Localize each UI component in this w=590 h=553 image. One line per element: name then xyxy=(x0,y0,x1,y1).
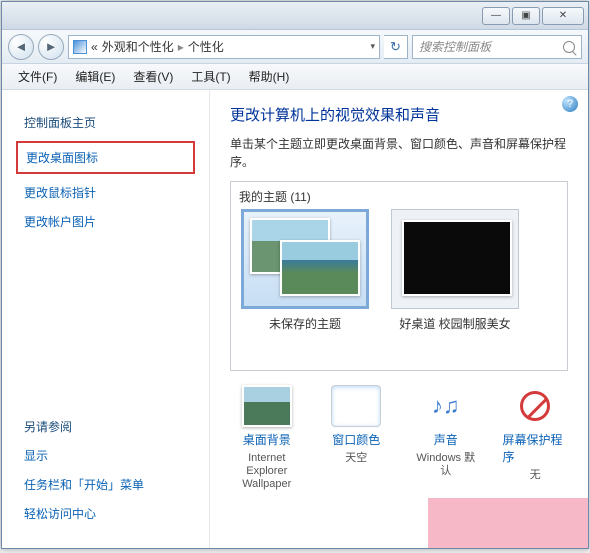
theme-name-label: 好桌道 校园制服美女 xyxy=(399,315,510,332)
window-titlebar: — ▣ ✕ xyxy=(2,2,588,30)
menu-edit[interactable]: 编辑(E) xyxy=(67,65,123,88)
menu-file[interactable]: 文件(F) xyxy=(10,65,65,88)
chevron-right-icon: ▸ xyxy=(178,40,184,54)
maximize-button[interactable]: ▣ xyxy=(512,7,540,25)
desktop-background-setting[interactable]: 桌面背景 Internet Explorer Wallpaper xyxy=(234,385,300,492)
search-icon xyxy=(563,41,575,53)
search-input[interactable]: 搜索控制面板 xyxy=(412,35,582,59)
theme-thumbnail xyxy=(241,209,369,309)
ease-of-access-link[interactable]: 轻松访问中心 xyxy=(2,499,209,528)
control-panel-home-link[interactable]: 控制面板主页 xyxy=(2,108,209,137)
change-mouse-pointers-link[interactable]: 更改鼠标指针 xyxy=(2,178,209,207)
window-color-setting[interactable]: 窗口颜色 天空 xyxy=(324,385,390,492)
address-bar[interactable]: « 外观和个性化 ▸ 个性化 ▾ xyxy=(68,35,380,59)
refresh-button[interactable]: ↻ xyxy=(384,35,408,59)
theme-thumbnail xyxy=(391,209,519,309)
themes-panel: 我的主题 (11) 未保存的主题 好桌道 校园制服美女 xyxy=(230,181,568,371)
sidebar: 控制面板主页 更改桌面图标 更改鼠标指针 更改帐户图片 另请参阅 显示 任务栏和… xyxy=(2,90,210,548)
setting-value: 无 xyxy=(530,469,541,482)
menu-tools[interactable]: 工具(T) xyxy=(183,65,238,88)
wallpaper-preview-icon xyxy=(280,240,360,296)
overlay-annotation xyxy=(428,498,588,548)
menu-bar: 文件(F) 编辑(E) 查看(V) 工具(T) 帮助(H) xyxy=(2,64,588,90)
breadcrumb-appearance[interactable]: 外观和个性化 xyxy=(102,38,174,55)
address-dropdown-icon[interactable]: ▾ xyxy=(370,41,375,52)
setting-value: Internet Explorer Wallpaper xyxy=(234,452,300,492)
setting-label: 声音 xyxy=(434,431,458,448)
see-also-header: 另请参阅 xyxy=(2,412,209,441)
my-themes-label: 我的主题 (11) xyxy=(239,188,559,205)
search-placeholder: 搜索控制面板 xyxy=(419,38,491,55)
screensaver-icon xyxy=(510,385,560,427)
theme-item-unsaved[interactable]: 未保存的主题 xyxy=(239,209,371,332)
menu-view[interactable]: 查看(V) xyxy=(125,65,181,88)
display-link[interactable]: 显示 xyxy=(2,441,209,470)
sound-icon: ♪♫ xyxy=(421,385,471,427)
wallpaper-preview-icon xyxy=(402,220,512,296)
sounds-setting[interactable]: ♪♫ 声音 Windows 默认 xyxy=(413,385,479,492)
setting-label: 窗口颜色 xyxy=(332,431,380,448)
content-pane: ? 更改计算机上的视觉效果和声音 单击某个主题立即更改桌面背景、窗口颜色、声音和… xyxy=(210,90,588,548)
setting-label: 桌面背景 xyxy=(243,431,291,448)
back-button[interactable]: ◄ xyxy=(8,34,34,60)
page-title: 更改计算机上的视觉效果和声音 xyxy=(230,104,568,125)
theme-item-2[interactable]: 好桌道 校园制服美女 xyxy=(389,209,521,332)
theme-name-label: 未保存的主题 xyxy=(269,315,341,332)
screensaver-setting[interactable]: 屏幕保护程序 无 xyxy=(503,385,569,492)
setting-label: 屏幕保护程序 xyxy=(503,431,569,465)
menu-help[interactable]: 帮助(H) xyxy=(241,65,298,88)
change-account-picture-link[interactable]: 更改帐户图片 xyxy=(2,207,209,236)
navigation-bar: ◄ ► « 外观和个性化 ▸ 个性化 ▾ ↻ 搜索控制面板 xyxy=(2,30,588,64)
change-desktop-icons-link[interactable]: 更改桌面图标 xyxy=(16,141,195,174)
minimize-button[interactable]: — xyxy=(482,7,510,25)
forward-button[interactable]: ► xyxy=(38,34,64,60)
breadcrumb-chevron: « xyxy=(91,40,98,54)
taskbar-start-link[interactable]: 任务栏和「开始」菜单 xyxy=(2,470,209,499)
close-button[interactable]: ✕ xyxy=(542,7,584,25)
setting-value: 天空 xyxy=(345,452,367,465)
settings-row: 桌面背景 Internet Explorer Wallpaper 窗口颜色 天空… xyxy=(230,385,568,492)
page-description: 单击某个主题立即更改桌面背景、窗口颜色、声音和屏幕保护程序。 xyxy=(230,135,568,171)
wallpaper-icon xyxy=(242,385,292,427)
help-icon[interactable]: ? xyxy=(562,96,578,112)
control-panel-icon xyxy=(73,40,87,54)
breadcrumb-personalization[interactable]: 个性化 xyxy=(188,38,224,55)
see-also-section: 另请参阅 显示 任务栏和「开始」菜单 轻松访问中心 xyxy=(2,412,209,548)
setting-value: Windows 默认 xyxy=(413,452,479,478)
color-icon xyxy=(331,385,381,427)
